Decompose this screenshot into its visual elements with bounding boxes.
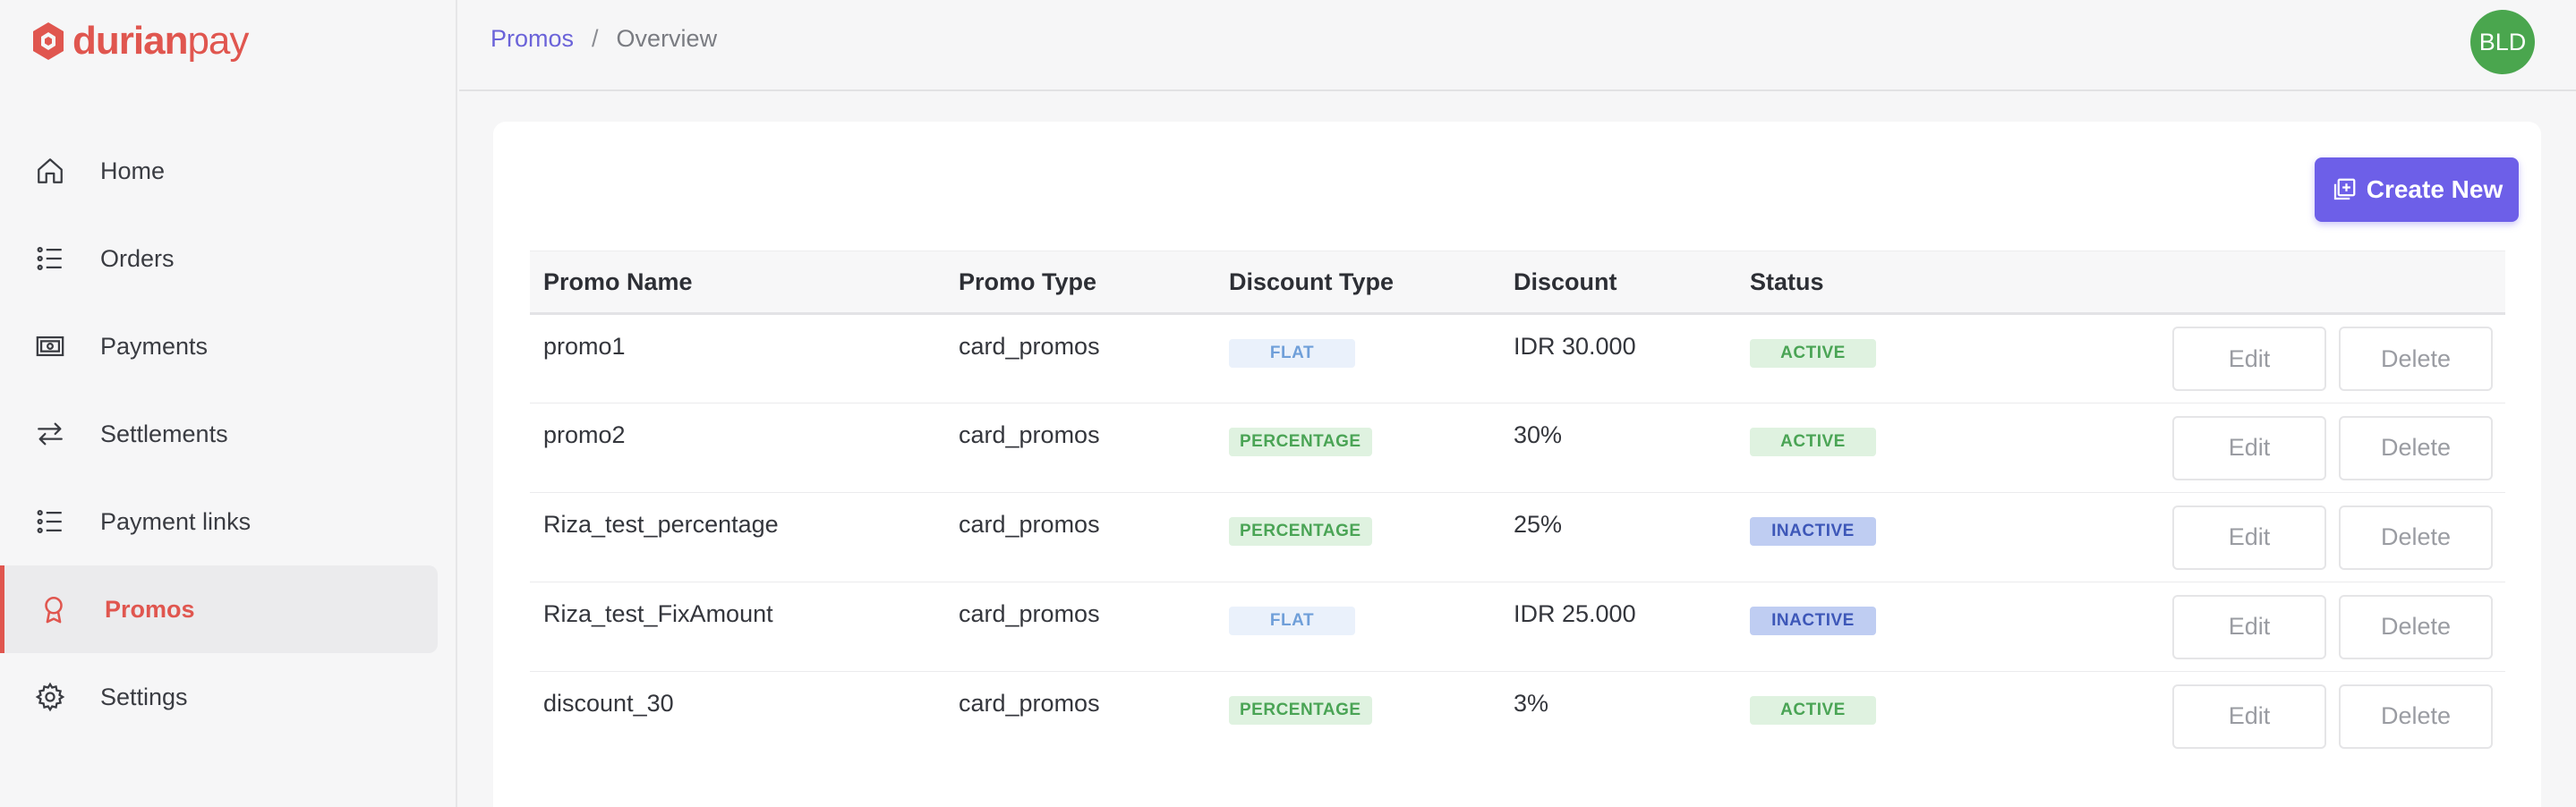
promo-name-cell: Riza_test_FixAmount: [543, 600, 773, 627]
promo-name-cell: promo1: [543, 333, 626, 360]
sidebar-item-label: Payment links: [100, 507, 252, 535]
actions-cell: Edit Delete: [2005, 493, 2505, 582]
edit-button[interactable]: Edit: [2172, 505, 2326, 570]
discount-cell: 30%: [1514, 421, 1563, 448]
status-badge: ACTIVE: [1750, 428, 1876, 456]
sidebar-item-promos[interactable]: Promos: [0, 565, 438, 653]
promo-name-cell: Riza_test_percentage: [543, 511, 779, 538]
discount-type-badge: FLAT: [1229, 339, 1355, 368]
table-row: promo2 card_promos PERCENTAGE 30% ACTIVE…: [530, 404, 2505, 493]
status-cell: ACTIVE: [1736, 314, 2005, 404]
edit-button[interactable]: Edit: [2172, 415, 2326, 480]
sidebar-item-label: Settings: [100, 683, 188, 710]
sidebar: durianpay Home Orders Payments Settlemen…: [0, 0, 457, 807]
discount-cell: 25%: [1514, 511, 1563, 538]
avatar[interactable]: BLD: [2470, 10, 2535, 74]
table-header-row: Promo Name Promo Type Discount Type Disc…: [530, 251, 2505, 314]
breadcrumb: Promos / Overview: [490, 25, 717, 53]
home-icon: [34, 155, 66, 187]
table-row: Riza_test_percentage card_promos PERCENT…: [530, 493, 2505, 582]
sidebar-item-settlements[interactable]: Settlements: [0, 390, 438, 478]
column-header-actions: [2005, 251, 2505, 314]
promo-type-cell: card_promos: [959, 421, 1100, 448]
gear-icon: [34, 681, 66, 713]
promos-table: Promo Name Promo Type Discount Type Disc…: [530, 251, 2505, 761]
sidebar-item-orders[interactable]: Orders: [0, 215, 438, 302]
brand-name: durianpay: [73, 19, 249, 63]
promo-type-cell: card_promos: [959, 511, 1100, 538]
discount-type-cell: PERCENTAGE: [1215, 493, 1500, 582]
breadcrumb-separator: /: [592, 25, 599, 52]
delete-button[interactable]: Delete: [2339, 684, 2493, 749]
create-new-label: Create New: [2366, 175, 2503, 203]
discount-cell: IDR 30.000: [1514, 333, 1636, 360]
actions-cell: Edit Delete: [2005, 672, 2505, 761]
discount-type-badge: FLAT: [1229, 607, 1355, 635]
payments-icon: [34, 330, 66, 362]
sidebar-item-label: Promos: [105, 595, 195, 623]
award-icon: [38, 593, 70, 625]
delete-button[interactable]: Delete: [2339, 415, 2493, 480]
sidebar-nav: Home Orders Payments Settlements Payment…: [0, 127, 457, 741]
add-copy-icon: [2333, 178, 2356, 200]
actions-cell: Edit Delete: [2005, 314, 2505, 404]
edit-button[interactable]: Edit: [2172, 684, 2326, 749]
discount-type-cell: FLAT: [1215, 582, 1500, 672]
discount-type-badge: PERCENTAGE: [1229, 517, 1372, 546]
discount-cell: 3%: [1514, 690, 1549, 717]
promo-type-cell: card_promos: [959, 690, 1100, 717]
status-cell: INACTIVE: [1736, 582, 2005, 672]
status-cell: INACTIVE: [1736, 493, 2005, 582]
promos-card: Create New Promo Name Promo Type Discoun…: [493, 122, 2541, 807]
actions-cell: Edit Delete: [2005, 404, 2505, 493]
sidebar-item-label: Orders: [100, 244, 175, 272]
edit-button[interactable]: Edit: [2172, 327, 2326, 391]
promo-name-cell: promo2: [543, 421, 626, 448]
table-row: discount_30 card_promos PERCENTAGE 3% AC…: [530, 672, 2505, 761]
delete-button[interactable]: Delete: [2339, 505, 2493, 570]
status-badge: INACTIVE: [1750, 607, 1876, 635]
column-header-status[interactable]: Status: [1736, 251, 2005, 314]
table-row: promo1 card_promos FLAT IDR 30.000 ACTIV…: [530, 314, 2505, 404]
discount-type-cell: PERCENTAGE: [1215, 672, 1500, 761]
brand-logo[interactable]: durianpay: [30, 16, 249, 66]
sidebar-item-label: Payments: [100, 332, 209, 360]
sidebar-item-home[interactable]: Home: [0, 127, 438, 215]
column-header-discount-type[interactable]: Discount Type: [1215, 251, 1500, 314]
delete-button[interactable]: Delete: [2339, 594, 2493, 659]
discount-type-cell: PERCENTAGE: [1215, 404, 1500, 493]
sidebar-item-payments[interactable]: Payments: [0, 302, 438, 390]
column-header-promo-name[interactable]: Promo Name: [530, 251, 945, 314]
discount-type-cell: FLAT: [1215, 314, 1500, 404]
top-header: Promos / Overview BLD: [459, 0, 2576, 91]
transfer-arrows-icon: [34, 418, 66, 450]
column-header-promo-type[interactable]: Promo Type: [945, 251, 1215, 314]
list-icon: [34, 242, 66, 275]
sidebar-item-label: Home: [100, 157, 166, 184]
status-badge: ACTIVE: [1750, 339, 1876, 368]
status-cell: ACTIVE: [1736, 672, 2005, 761]
sidebar-item-payment-links[interactable]: Payment links: [0, 478, 438, 565]
discount-cell: IDR 25.000: [1514, 600, 1636, 627]
table-row: Riza_test_FixAmount card_promos FLAT IDR…: [530, 582, 2505, 672]
promo-type-cell: card_promos: [959, 600, 1100, 627]
discount-type-badge: PERCENTAGE: [1229, 428, 1372, 456]
breadcrumb-promos-link[interactable]: Promos: [490, 25, 574, 53]
status-cell: ACTIVE: [1736, 404, 2005, 493]
status-badge: ACTIVE: [1750, 696, 1876, 725]
breadcrumb-current: Overview: [616, 25, 718, 52]
sidebar-item-label: Settlements: [100, 420, 228, 447]
sidebar-item-settings[interactable]: Settings: [0, 653, 438, 741]
durian-logo-icon: [33, 22, 64, 60]
delete-button[interactable]: Delete: [2339, 327, 2493, 391]
column-header-discount[interactable]: Discount: [1500, 251, 1736, 314]
edit-button[interactable]: Edit: [2172, 594, 2326, 659]
list-icon: [34, 505, 66, 538]
status-badge: INACTIVE: [1750, 517, 1876, 546]
create-new-button[interactable]: Create New: [2315, 157, 2519, 222]
actions-cell: Edit Delete: [2005, 582, 2505, 672]
promo-type-cell: card_promos: [959, 333, 1100, 360]
promo-name-cell: discount_30: [543, 690, 674, 717]
discount-type-badge: PERCENTAGE: [1229, 696, 1372, 725]
